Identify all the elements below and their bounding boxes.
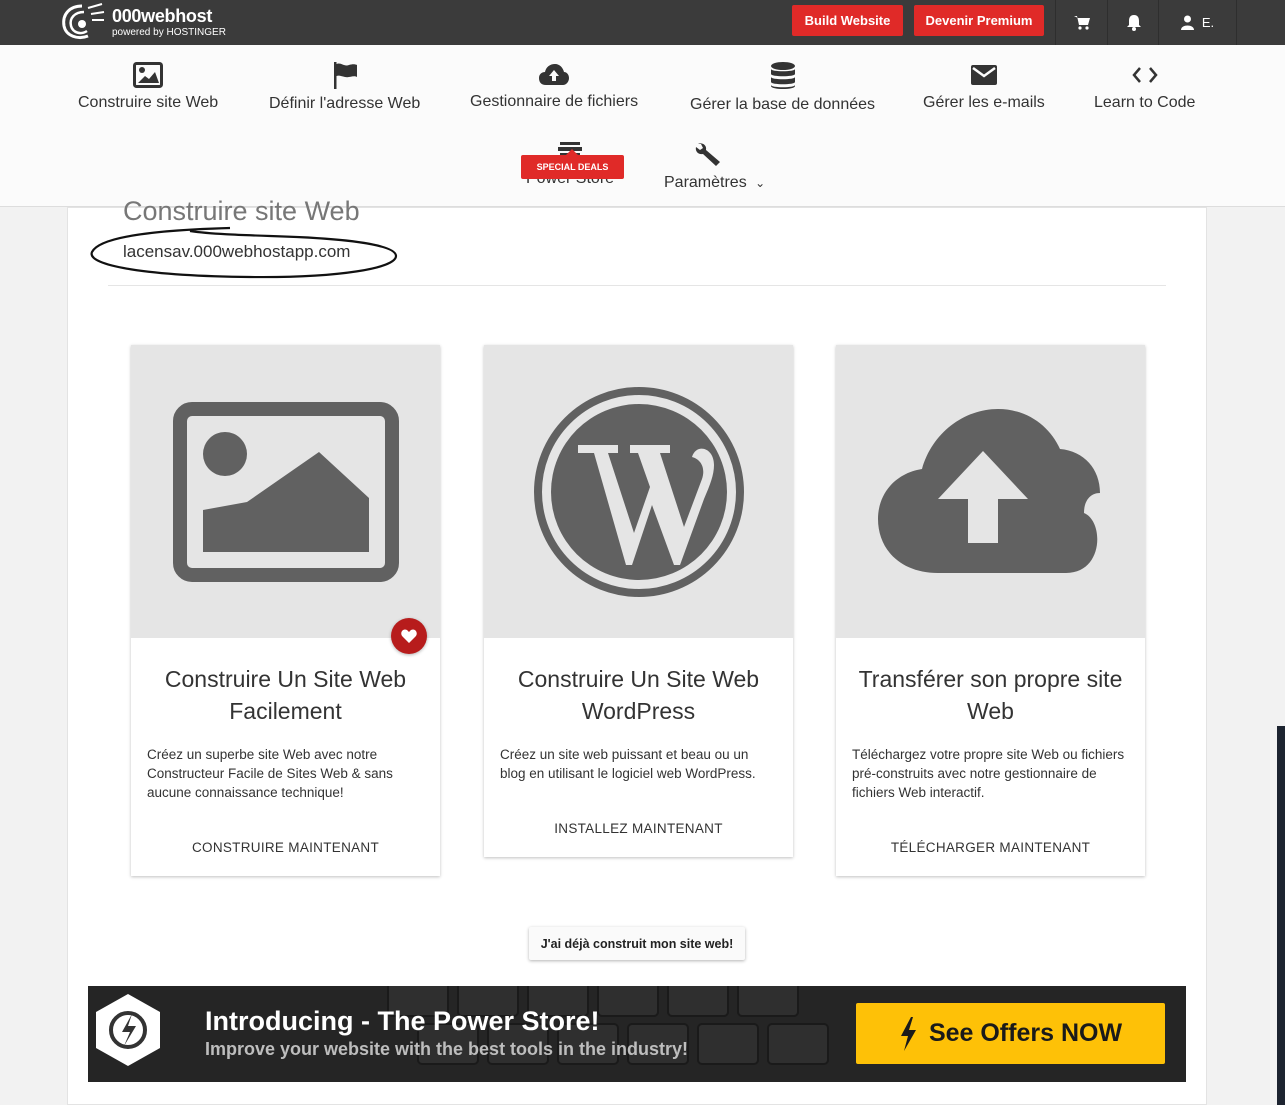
cart-icon	[1073, 16, 1090, 30]
nav-item-emails[interactable]: Gérer les e-mails	[923, 62, 1045, 112]
favorite-heart-button[interactable]	[391, 618, 427, 654]
image-icon	[172, 401, 399, 582]
card-title: Construire Un Site Web Facilement	[164, 666, 407, 724]
card-image	[131, 345, 440, 638]
install-now-link[interactable]: INSTALLEZ MAINTENANT	[484, 821, 793, 836]
top-bar: 000webhost powered by HOSTINGER Build We…	[0, 0, 1285, 45]
brand-logo[interactable]: 000webhost powered by HOSTINGER	[58, 2, 226, 42]
nav-item-set-address[interactable]: Définir l'adresse Web	[269, 62, 420, 113]
card-description: Créez un superbe site Web avec notre Con…	[147, 747, 393, 800]
user-icon	[1180, 15, 1194, 30]
build-website-button[interactable]: Build Website	[792, 5, 903, 36]
card-wordpress[interactable]: Construire Un Site Web WordPress Créez u…	[484, 345, 793, 857]
notifications-button[interactable]	[1107, 0, 1159, 45]
see-offers-button[interactable]: See Offers NOW	[856, 1003, 1165, 1064]
flag-icon	[333, 62, 357, 89]
upload-now-link[interactable]: TÉLÉCHARGER MAINTENANT	[836, 840, 1145, 855]
brand-sub: powered by HOSTINGER	[112, 26, 226, 38]
build-now-link[interactable]: CONSTRUIRE MAINTENANT	[131, 840, 440, 855]
envelope-icon	[970, 65, 997, 85]
side-edge	[1277, 726, 1285, 1105]
lightning-icon	[900, 1016, 916, 1051]
cloud-upload-icon	[877, 408, 1100, 573]
user-name: E.	[1201, 15, 1215, 30]
premium-button[interactable]: Devenir Premium	[914, 5, 1044, 36]
nav-item-build-site[interactable]: Construire site Web	[78, 62, 218, 112]
heart-icon	[401, 629, 417, 643]
card-title: Construire Un Site Web WordPress	[517, 666, 760, 724]
card-description: Créez un site web puissant et beau ou un…	[500, 747, 756, 781]
database-icon	[770, 62, 795, 89]
cart-button[interactable]	[1055, 0, 1107, 45]
nav-item-settings[interactable]: Paramètres ⌄	[664, 142, 765, 192]
card-title: Transférer son propre site Web	[858, 666, 1123, 724]
power-store-banner[interactable]: Introducing - The Power Store! Improve y…	[88, 986, 1186, 1082]
card-easy-builder[interactable]: Construire Un Site Web Facilement Créez …	[131, 345, 440, 876]
already-built-button[interactable]: J'ai déjà construit mon site web!	[529, 927, 745, 960]
cloud-upload-icon	[539, 64, 570, 85]
wordpress-icon	[533, 386, 744, 597]
chevron-down-icon: ⌄	[755, 176, 766, 190]
divider	[108, 285, 1166, 286]
brand-name: 000webhost	[112, 5, 213, 26]
nav-item-database[interactable]: Gérer la base de données	[690, 62, 875, 114]
user-menu[interactable]: E.	[1158, 0, 1237, 45]
nav-item-learn-code[interactable]: Learn to Code	[1094, 62, 1195, 112]
main-nav: Construire site Web Définir l'adresse We…	[0, 45, 1285, 207]
card-upload[interactable]: Transférer son propre site Web Télécharg…	[836, 345, 1145, 876]
card-image	[484, 345, 793, 638]
special-deals-badge[interactable]: SPECIAL DEALS	[521, 149, 624, 179]
card-image	[836, 345, 1145, 638]
code-icon	[1132, 67, 1158, 83]
site-domain: lacensav.000webhostapp.com	[123, 242, 351, 261]
logo-swirl-icon	[62, 3, 105, 40]
banner-subtitle: Improve your website with the best tools…	[205, 1039, 689, 1059]
bell-icon	[1126, 15, 1141, 31]
image-icon	[133, 62, 164, 88]
card-description: Téléchargez votre propre site Web ou fic…	[852, 747, 1125, 800]
wrench-icon	[695, 143, 720, 166]
nav-item-file-manager[interactable]: Gestionnaire de fichiers	[470, 62, 638, 111]
banner-title: Introducing - The Power Store!	[205, 1006, 600, 1036]
